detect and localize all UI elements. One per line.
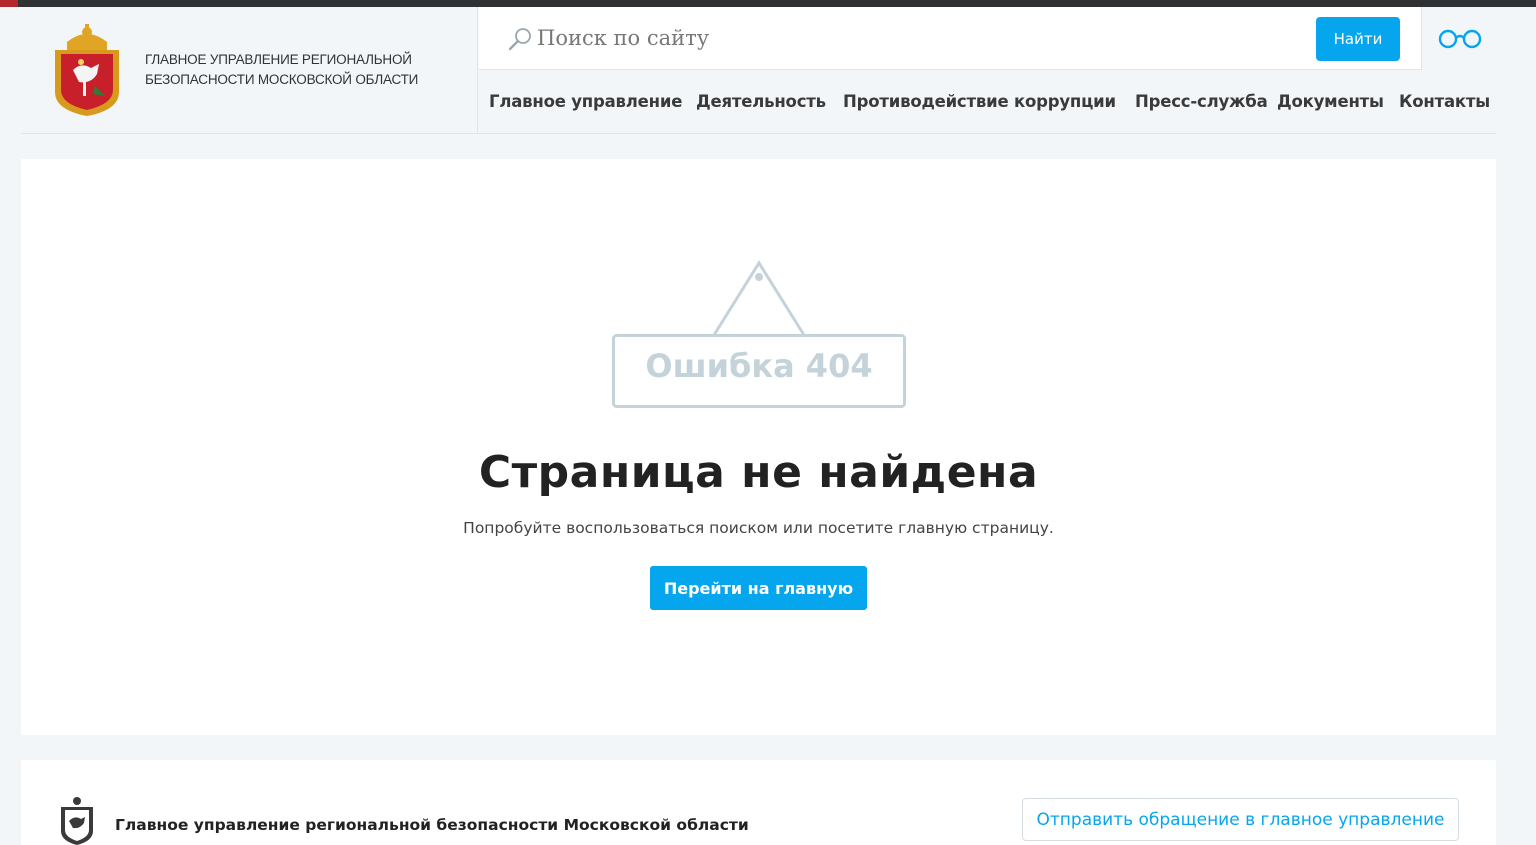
- go-home-button[interactable]: Перейти на главную: [650, 566, 867, 610]
- visually-impaired-toggle[interactable]: [1421, 7, 1496, 70]
- top-bar: [0, 0, 1536, 7]
- nav-item-activity[interactable]: Деятельность: [696, 92, 826, 111]
- search-icon: [508, 28, 531, 51]
- search-input[interactable]: [537, 21, 1297, 55]
- page-subtitle: Попробуйте воспользоваться поиском или п…: [463, 519, 1054, 537]
- glasses-icon: [1438, 29, 1482, 49]
- page-title: Страница не найдена: [478, 447, 1039, 498]
- nav-item-press-service[interactable]: Пресс-служба: [1135, 92, 1268, 111]
- org-name-line1: Главное управление региональной: [145, 52, 412, 67]
- logo-block[interactable]: Главное управление региональной безопасн…: [21, 7, 478, 133]
- footer-org-name: Главное управление региональной безопасн…: [115, 816, 749, 834]
- coat-of-arms-icon[interactable]: [51, 22, 123, 118]
- error-sign-illustration: [612, 260, 906, 408]
- nav-item-documents[interactable]: Документы: [1277, 92, 1384, 111]
- org-name: Главное управление региональной безопасн…: [145, 50, 465, 90]
- error-code: Ошибка 404: [645, 347, 873, 385]
- site-footer: Главное управление региональной безопасн…: [21, 760, 1496, 845]
- footer-emblem-icon: [61, 797, 93, 845]
- nav-item-contacts[interactable]: Контакты: [1399, 92, 1490, 111]
- nav-item-main-department[interactable]: Главное управление: [489, 92, 682, 111]
- org-name-line2: безопасности Московской области: [145, 72, 419, 87]
- search-bar: Найти: [479, 7, 1496, 70]
- main-content: Ошибка 404 Страница не найдена Попробуйт…: [21, 159, 1496, 735]
- main-nav: Главное управление Деятельность Противод…: [479, 71, 1496, 133]
- search-button[interactable]: Найти: [1316, 17, 1400, 61]
- top-bar-accent: [0, 0, 18, 7]
- send-appeal-button[interactable]: Отправить обращение в главное управление: [1022, 798, 1459, 841]
- nav-item-anti-corruption[interactable]: Противодействие коррупции: [843, 92, 1116, 111]
- site-header: Главное управление региональной безопасн…: [21, 7, 1496, 134]
